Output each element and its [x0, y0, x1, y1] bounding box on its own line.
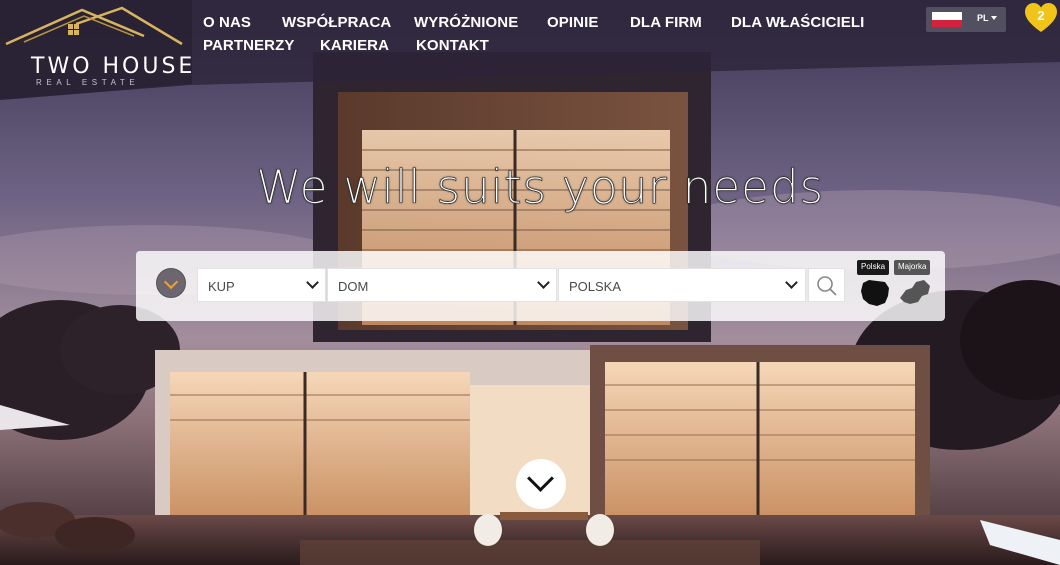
location-value: POLSKA	[569, 279, 622, 294]
chevron-down-icon	[306, 276, 319, 289]
brand-tagline: REAL ESTATE	[36, 78, 140, 87]
brand-name: TWO HOUSE	[31, 54, 196, 79]
nav-link-wyroznione[interactable]: WYRÓŻNIONE	[414, 14, 518, 31]
language-code: PL	[977, 13, 989, 23]
nav-link-opinie[interactable]: OPINIE	[547, 14, 598, 31]
region-option-polska[interactable]: Polska	[857, 260, 893, 310]
region-label: Polska	[857, 260, 890, 275]
advanced-search-toggle[interactable]	[156, 268, 186, 298]
property-type-select[interactable]: DOM	[327, 268, 557, 302]
chevron-down-icon	[163, 274, 179, 290]
brand-logo[interactable]: TWO HOUSE REAL ESTATE	[4, 6, 192, 88]
poland-map-icon	[861, 280, 889, 306]
nav-link-partnerzy[interactable]: PARTNERZY	[203, 37, 294, 54]
favorites-count: 2	[1037, 8, 1045, 23]
search-icon	[817, 276, 837, 296]
chevron-down-icon	[537, 276, 550, 289]
hero-headline: We will suits your needs	[256, 160, 824, 215]
location-select[interactable]: POLSKA	[558, 268, 806, 302]
chevron-down-icon	[527, 465, 554, 492]
search-submit-button[interactable]	[808, 268, 845, 302]
language-selector[interactable]: PL	[926, 7, 1006, 32]
region-label: Majorka	[894, 260, 931, 275]
nav-link-dla-wlascicieli[interactable]: DLA WŁAŚCICIELI	[731, 14, 864, 31]
transaction-type-value: KUP	[208, 279, 235, 294]
nav-link-dla-firm[interactable]: DLA FIRM	[630, 14, 702, 31]
region-option-majorka[interactable]: Majorka	[894, 260, 939, 310]
majorca-map-icon	[900, 280, 930, 304]
caret-down-icon	[991, 16, 997, 20]
chevron-down-icon	[785, 276, 798, 289]
poland-flag-icon	[932, 12, 962, 27]
scroll-down-button[interactable]	[516, 459, 566, 509]
nav-link-wspolpraca[interactable]: WSPÓŁPRACA	[282, 14, 391, 31]
nav-link-kontakt[interactable]: KONTAKT	[416, 37, 489, 54]
house-roof-logo-icon	[5, 6, 183, 46]
property-type-value: DOM	[338, 279, 369, 294]
site-header: TWO HOUSE REAL ESTATE O NAS WSPÓŁPRACA W…	[0, 0, 1060, 100]
nav-link-kariera[interactable]: KARIERA	[320, 37, 389, 54]
nav-link-o-nas[interactable]: O NAS	[203, 14, 251, 31]
transaction-type-select[interactable]: KUP	[197, 268, 326, 302]
